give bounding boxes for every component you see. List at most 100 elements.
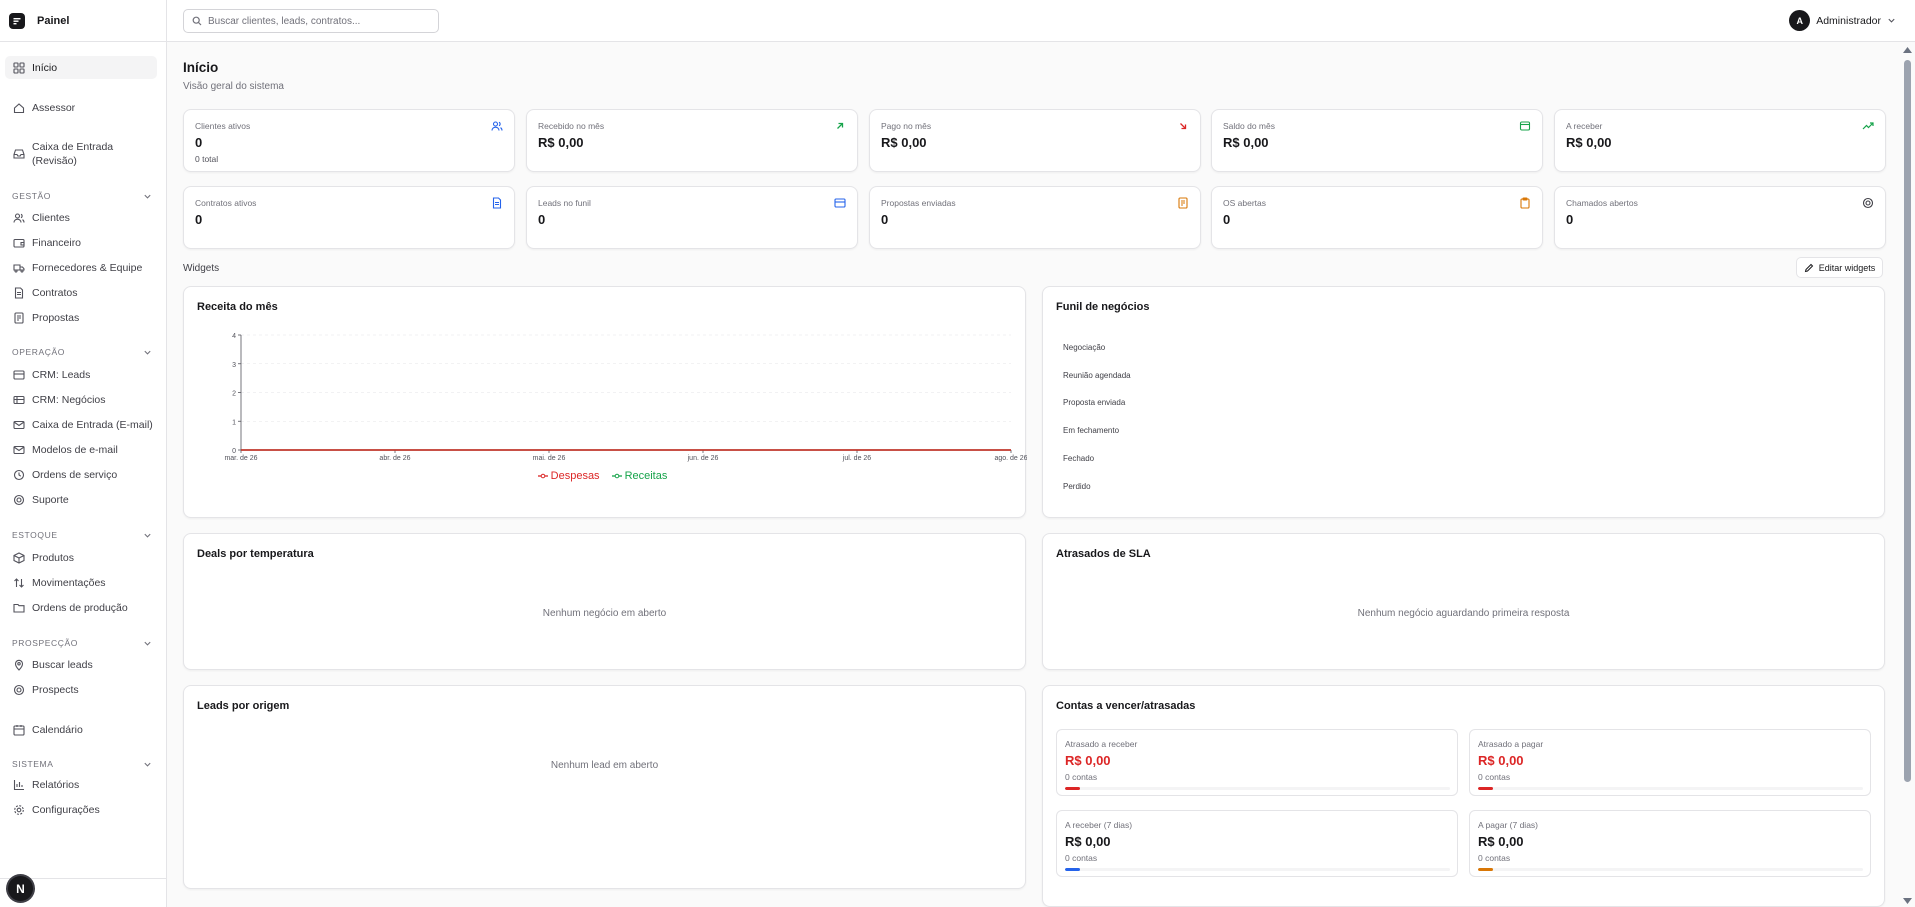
scroll-thumb[interactable] [1904,60,1911,782]
stat-label: Contratos ativos [195,198,257,208]
scroll-up-icon[interactable] [1903,47,1912,53]
card-title: Funil de negócios [1056,301,1150,313]
sidebar: Painel Início Assessor Caixa de Entrada … [0,0,167,907]
house-icon [13,103,25,114]
sidebar-item-contratos[interactable]: Contratos [5,286,157,300]
sidebar-item-label: Buscar leads [32,659,93,671]
sidebar-item-movimentacoes[interactable]: Movimentações [5,576,157,590]
stat-card-chamados[interactable]: Chamados abertos 0 [1554,186,1886,249]
users-icon [13,213,25,223]
sidebar-item-crm-negocios[interactable]: CRM: Negócios [5,393,157,407]
progress-fill [1478,868,1493,871]
sidebar-item-label: Fornecedores & Equipe [32,262,143,274]
page-scrollbar[interactable] [1900,42,1915,907]
account-label: Atrasado a receber [1065,739,1138,749]
sidebar-item-financeiro[interactable]: Financeiro [5,236,157,250]
account-payable-7d[interactable]: A pagar (7 dias) R$ 0,00 0 contas [1469,810,1871,877]
chevron-down-icon [1888,18,1895,23]
app-title: Painel [37,14,70,27]
accounts-card: Contas a vencer/atrasadas Atrasado a rec… [1042,685,1885,907]
dev-tools-badge[interactable]: N [8,876,33,901]
funnel-stage: Proposta enviada [1063,398,1126,407]
sidebar-item-ordens-servico[interactable]: Ordens de serviço [5,468,157,482]
stat-value: 0 [1223,212,1231,227]
sidebar-item-label: Propostas [32,312,80,324]
account-label: A pagar (7 dias) [1478,820,1539,830]
edit-widgets-button[interactable]: Editar widgets [1796,257,1883,278]
sla-card: Atrasados de SLA Nenhum negócio aguardan… [1042,533,1885,670]
app-logo-icon [9,12,25,29]
account-overdue-payable[interactable]: Atrasado a pagar R$ 0,00 0 contas [1469,729,1871,796]
sidebar-item-configuracoes[interactable]: Configurações [5,803,157,817]
section-prospeccao[interactable]: PROSPECÇÃO [12,638,152,648]
sidebar-item-label: Relatórios [32,779,80,791]
account-value: R$ 0,00 [1478,753,1524,768]
avatar: A [1789,10,1811,31]
sidebar-item-prospects[interactable]: Prospects [5,683,157,697]
stat-card-recebido[interactable]: Recebido no mês R$ 0,00 [526,109,858,172]
stat-card-saldo[interactable]: Saldo do mês R$ 0,00 [1211,109,1543,172]
sidebar-item-inicio[interactable]: Início [5,56,157,79]
legend-item-receitas[interactable]: Receitas [611,470,672,482]
y-tick-label: 3 [232,362,236,369]
funnel-stage: Negociação [1063,343,1106,352]
account-receivable-7d[interactable]: A receber (7 dias) R$ 0,00 0 contas [1056,810,1458,877]
sidebar-item-calendario[interactable]: Calendário [5,723,157,737]
sidebar-item-buscar-leads[interactable]: Buscar leads [5,658,157,672]
stat-card-clientes[interactable]: Clientes ativos 0 0 total [183,109,515,172]
main-content: Início Visão geral do sistema Clientes a… [167,42,1900,907]
chevron-down-icon [144,194,151,199]
sidebar-item-produtos[interactable]: Produtos [5,551,157,565]
sidebar-item-suporte[interactable]: Suporte [5,493,157,507]
sidebar-item-caixa-revisao[interactable]: Caixa de Entrada (Revisão) [5,140,125,168]
sidebar-item-modelos-email[interactable]: Modelos de e-mail [5,443,157,457]
account-label: Atrasado a pagar [1478,739,1544,749]
stat-label: Leads no funil [538,198,591,208]
stat-label: Saldo do mês [1223,121,1275,131]
stat-card-propostas[interactable]: Propostas enviadas 0 [869,186,1201,249]
sidebar-item-ordens-producao[interactable]: Ordens de produção [5,601,157,615]
brand[interactable]: Painel [0,0,166,42]
sidebar-item-crm-leads[interactable]: CRM: Leads [5,368,157,382]
sidebar-item-caixa-email[interactable]: Caixa de Entrada (E-mail) [5,418,157,432]
stat-sub: 0 total [195,154,219,164]
legend-label: Despesas [550,470,600,482]
sidebar-item-assessor[interactable]: Assessor [5,101,157,115]
stat-label: OS abertas [1223,198,1266,208]
sidebar-item-relatorios[interactable]: Relatórios [5,778,157,792]
section-title: ESTOQUE [12,530,58,540]
wallet-icon [1519,121,1531,131]
stat-card-leads[interactable]: Leads no funil 0 [526,186,858,249]
legend-item-despesas[interactable]: Despesas [537,470,604,482]
search-box[interactable] [183,9,439,33]
section-sistema[interactable]: SISTEMA [12,759,152,769]
topbar: A Administrador [167,0,1915,42]
funnel-card: Funil de negócios Negociação Reunião age… [1042,286,1885,518]
stat-card-pago[interactable]: Pago no mês R$ 0,00 [869,109,1201,172]
lifebuoy-icon [13,494,25,506]
user-menu[interactable]: A Administrador [1789,10,1896,31]
search-input[interactable] [208,15,428,27]
funnel-stage: Em fechamento [1063,426,1120,435]
sidebar-item-propostas[interactable]: Propostas [5,311,157,325]
scroll-down-icon[interactable] [1903,898,1912,904]
sidebar-item-label: Início [32,61,58,74]
funnel-icon [13,370,25,380]
stat-card-a-receber[interactable]: A receber R$ 0,00 [1554,109,1886,172]
account-overdue-receivable[interactable]: Atrasado a receber R$ 0,00 0 contas [1056,729,1458,796]
section-operacao[interactable]: OPERAÇÃO [12,347,152,357]
sidebar-item-label: Calendário [32,724,83,736]
stat-card-os[interactable]: OS abertas 0 [1211,186,1543,249]
funnel-stage: Fechado [1063,454,1095,463]
pencil-icon [1804,263,1813,272]
stat-card-contratos[interactable]: Contratos ativos 0 [183,186,515,249]
stat-value: R$ 0,00 [1223,135,1269,150]
page-title: Início [183,60,219,75]
stat-label: Propostas enviadas [881,198,956,208]
section-estoque[interactable]: ESTOQUE [12,530,152,540]
sidebar-item-fornecedores[interactable]: Fornecedores & Equipe [5,261,157,275]
section-gestao[interactable]: GESTÃO [12,191,152,201]
sidebar-item-clientes[interactable]: Clientes [5,211,157,225]
funnel-stage: Perdido [1063,482,1091,491]
progress-fill [1065,787,1080,790]
